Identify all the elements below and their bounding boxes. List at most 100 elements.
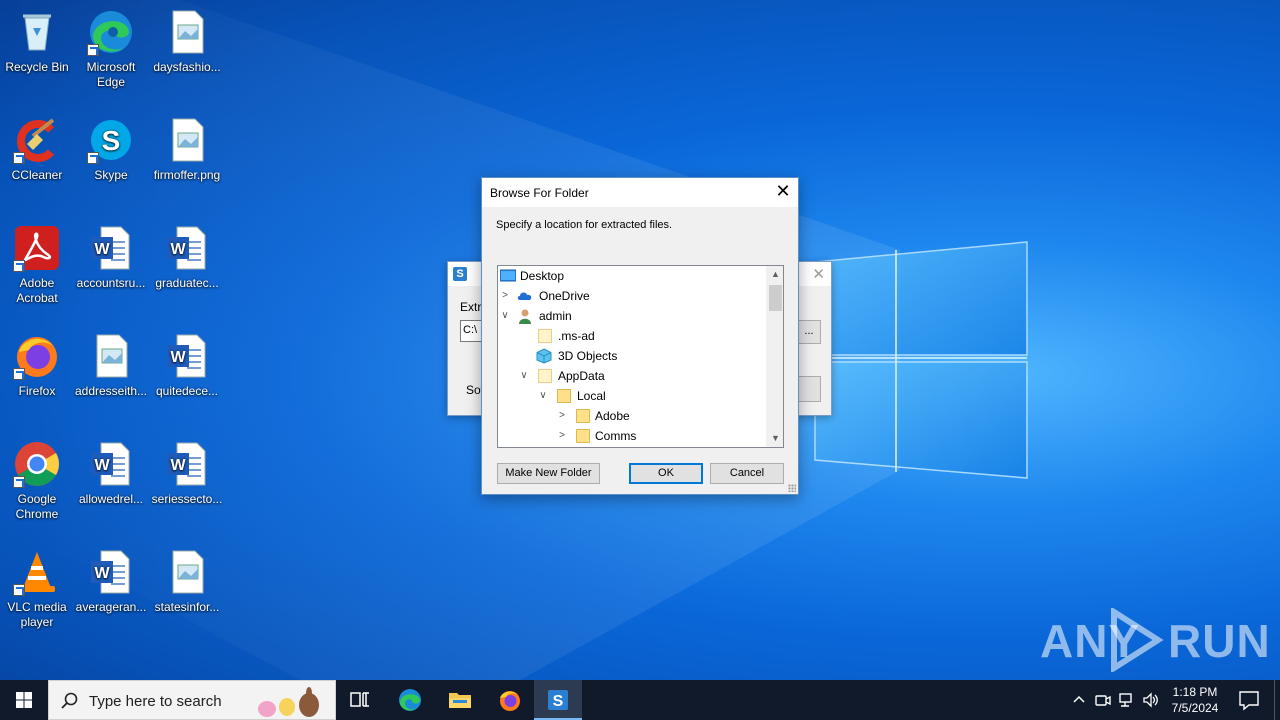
scroll-up-icon[interactable]: ▲	[767, 266, 783, 283]
tree-item-ms-ad[interactable]: .ms-ad	[498, 326, 768, 346]
icon-label: averageran...	[75, 600, 147, 614]
folder-icon	[538, 329, 552, 343]
desktop-icon-skype[interactable]: S Skype	[74, 116, 148, 183]
recycle-bin-icon	[13, 8, 61, 56]
ok-button[interactable]: OK	[629, 463, 703, 484]
action-center-button[interactable]	[1234, 680, 1264, 720]
task-view-button[interactable]	[336, 680, 384, 720]
chevron-down-icon[interactable]: ∨	[538, 390, 548, 402]
desktop-icon-image-file[interactable]: daysfashio...	[150, 8, 224, 75]
desktop-icon-firefox[interactable]: Firefox	[0, 332, 74, 399]
svg-text:W: W	[170, 241, 186, 258]
chevron-down-icon[interactable]: ∨	[500, 310, 510, 322]
desktop-icon	[500, 269, 516, 282]
folder-icon	[576, 409, 590, 423]
svg-text:W: W	[170, 349, 186, 366]
desktop-icon-word-document[interactable]: W quitedece...	[150, 332, 224, 399]
clock-time: 1:18 PM	[1172, 685, 1218, 699]
tree-item-appdata[interactable]: ∨ AppData	[498, 366, 768, 386]
chevron-up-icon	[1073, 695, 1085, 703]
show-hidden-icons-button[interactable]	[1068, 680, 1090, 720]
start-button[interactable]	[0, 680, 48, 720]
desktop-icon-ccleaner[interactable]: CCleaner	[0, 116, 74, 183]
firefox-icon	[500, 691, 520, 711]
chevron-down-icon[interactable]: ∨	[519, 370, 529, 382]
dialog-titlebar: Browse For Folder ✕	[482, 178, 798, 207]
show-desktop-button[interactable]	[1274, 680, 1280, 720]
search-highlight-illustration-icon	[258, 687, 319, 717]
make-new-folder-button[interactable]: Make New Folder	[497, 463, 600, 484]
image-file-icon	[87, 332, 135, 380]
tree-item-comms[interactable]: > Comms	[498, 426, 768, 446]
tray-network[interactable]	[1116, 680, 1138, 720]
icon-label: Firefox	[18, 384, 56, 398]
svg-text:W: W	[94, 565, 110, 582]
word-document-icon: W	[163, 440, 211, 488]
cancel-button[interactable]: Cancel	[710, 463, 784, 484]
browse-for-folder-dialog: Browse For Folder ✕ Specify a location f…	[481, 177, 799, 495]
desktop-icon-word-document[interactable]: W accountsru...	[74, 224, 148, 291]
folder-tree[interactable]: Desktop > OneDrive ∨ admin .ms-ad 3D Obj…	[497, 265, 784, 448]
tree-item-onedrive[interactable]: > OneDrive	[498, 286, 768, 306]
icon-label: Adobe Acrobat	[16, 276, 58, 305]
tree-item-label: OneDrive	[539, 289, 590, 303]
taskbar-sfx-app[interactable]: S	[534, 680, 582, 720]
desktop-icon-google-chrome[interactable]: Google Chrome	[0, 440, 74, 522]
desktop-icon-adobe-acrobat[interactable]: Adobe Acrobat	[0, 224, 74, 306]
acrobat-icon	[13, 224, 61, 272]
resize-grip[interactable]	[788, 484, 796, 492]
taskbar-firefox[interactable]	[486, 680, 534, 720]
folder-icon	[538, 369, 552, 383]
user-icon	[519, 309, 531, 324]
tree-item-adobe[interactable]: > Adobe	[498, 406, 768, 426]
tree-item-local[interactable]: ∨ Local	[498, 386, 768, 406]
sfx-app-icon: S	[453, 267, 467, 281]
edge-icon	[399, 689, 421, 711]
task-view-icon	[350, 692, 369, 707]
desktop-icon-edge[interactable]: Microsoft Edge	[74, 8, 148, 90]
desktop-icon-recycle-bin[interactable]: Recycle Bin	[0, 8, 74, 75]
network-icon	[1119, 693, 1132, 707]
tray-meet-now[interactable]	[1092, 680, 1114, 720]
close-icon[interactable]: ✕	[812, 265, 825, 283]
svg-text:S: S	[553, 693, 564, 710]
tree-item-label: Local	[577, 389, 606, 403]
volume-icon	[1143, 692, 1158, 708]
taskbar-clock[interactable]: 1:18 PM 7/5/2024	[1162, 684, 1228, 716]
tray-volume[interactable]	[1140, 680, 1162, 720]
close-icon[interactable]: ✕	[768, 178, 798, 207]
tree-item-label: Comms	[595, 429, 637, 443]
desktop-icon-image-file[interactable]: statesinfor...	[150, 548, 224, 615]
scrollbar-thumb[interactable]	[769, 285, 782, 311]
taskbar: Type here to search S 1:18 PM 7/5/2024	[0, 680, 1280, 720]
desktop-icon-vlc[interactable]: VLC media player	[0, 548, 74, 630]
desktop-icon-word-document[interactable]: W seriessecto...	[150, 440, 224, 507]
desktop-icon-word-document[interactable]: W allowedrel...	[74, 440, 148, 507]
chevron-right-icon[interactable]: >	[557, 430, 567, 442]
tree-item-desktop[interactable]: Desktop	[498, 266, 768, 286]
tree-scrollbar[interactable]: ▲ ▼	[766, 266, 783, 447]
svg-text:W: W	[94, 241, 110, 258]
tree-item-admin[interactable]: ∨ admin	[498, 306, 768, 326]
desktop-icon-image-file[interactable]: firmoffer.png	[150, 116, 224, 183]
scroll-down-icon[interactable]: ▼	[767, 430, 783, 447]
taskbar-search-box[interactable]: Type here to search	[48, 680, 336, 720]
browse-button[interactable]: ...	[797, 320, 821, 344]
icon-label: VLC media player	[7, 600, 67, 629]
install-button[interactable]	[797, 376, 821, 402]
desktop-icon-word-document[interactable]: W averageran...	[74, 548, 148, 615]
clock-date: 7/5/2024	[1171, 701, 1219, 715]
desktop-icon-word-document[interactable]: W graduatec...	[150, 224, 224, 291]
folder-icon	[557, 389, 571, 403]
taskbar-file-explorer[interactable]	[436, 680, 484, 720]
dialog-title: Browse For Folder	[490, 186, 589, 200]
tree-item-label: AppData	[558, 369, 605, 383]
tree-item-3d-objects[interactable]: 3D Objects	[498, 346, 768, 366]
chevron-right-icon[interactable]: >	[500, 290, 510, 302]
icon-label: statesinfor...	[154, 600, 220, 614]
taskbar-edge[interactable]	[386, 680, 434, 720]
chevron-right-icon[interactable]: >	[557, 410, 567, 422]
desktop-icon-image-file[interactable]: addresseith...	[74, 332, 148, 399]
play-logo-icon	[1111, 608, 1164, 672]
tree-item-label: .ms-ad	[558, 329, 595, 343]
